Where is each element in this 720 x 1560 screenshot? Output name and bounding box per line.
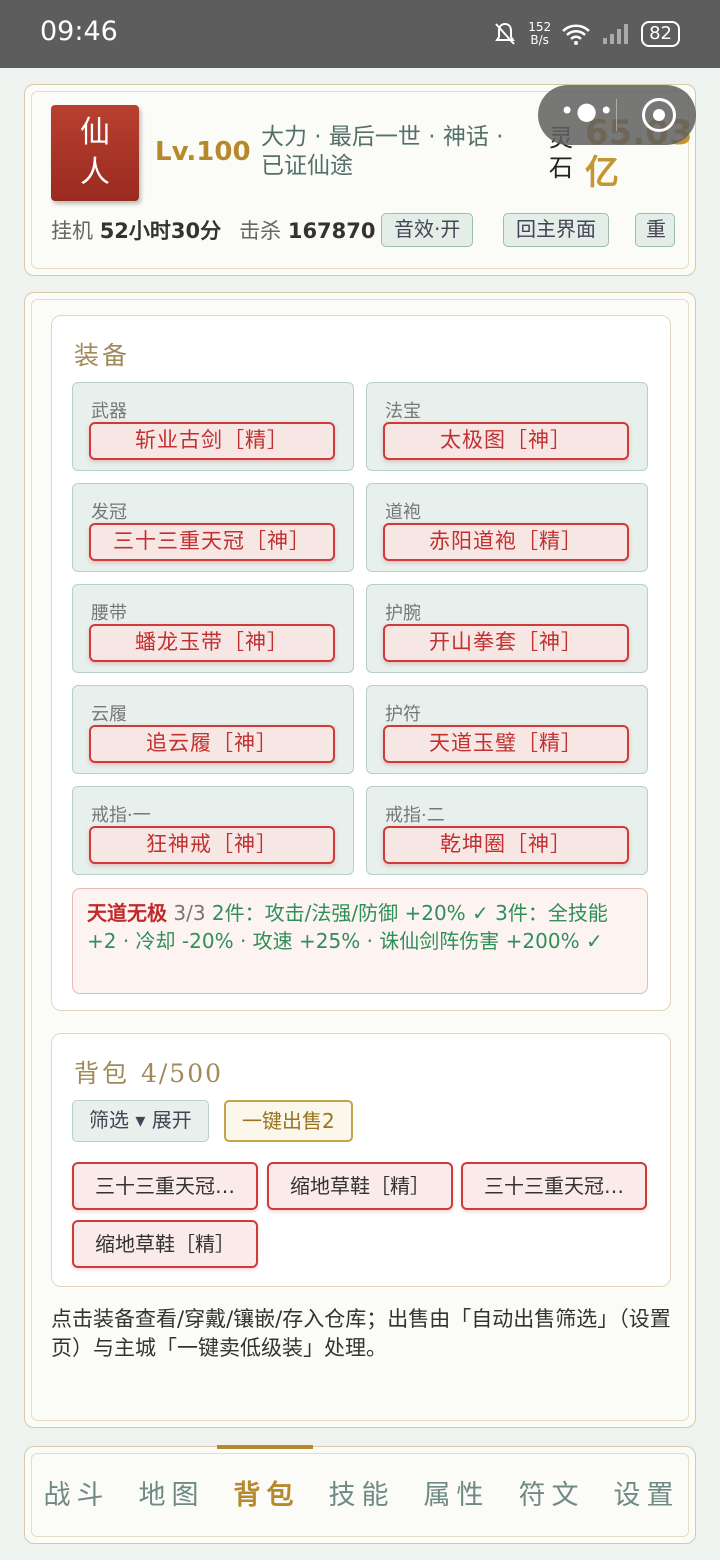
help-hint: 点击装备查看/穿戴/镶嵌/存入仓库；出售由「自动出售筛选」（设置页）与主城「一键…: [51, 1307, 671, 1360]
mute-bell-icon: [495, 22, 516, 45]
tab-runes[interactable]: 符文: [504, 1447, 599, 1545]
bag-item[interactable]: 缩地草鞋［精］: [72, 1220, 258, 1268]
equipment-card: 装备 武器 斩业古剑［精］ 法宝 太极图［神］ 发冠 三十三重天冠［神］ 道袍 …: [51, 315, 671, 1011]
slot-label: 法宝: [385, 401, 421, 422]
equip-slot-amulet[interactable]: 护符 天道玉璧［精］: [366, 685, 648, 774]
slot-label: 戒指·一: [91, 805, 151, 826]
slot-label: 护腕: [385, 603, 421, 624]
player-titles: 大力 · 最后一世 · 神话 · 已证仙途: [261, 124, 504, 179]
equipped-item[interactable]: 开山拳套［神］: [383, 624, 629, 662]
filter-expand-button[interactable]: 筛选 ▾ 展开: [72, 1100, 209, 1142]
slot-label: 道袍: [385, 502, 421, 523]
tab-map[interactable]: 地图: [124, 1447, 219, 1545]
slot-label: 云履: [91, 704, 127, 725]
set-bonus-box: 天道无极 3/3 2件：攻击/法强/防御 +20% ✓ 3件：全技能 +2 · …: [72, 888, 648, 994]
equip-slot-crown[interactable]: 发冠 三十三重天冠［神］: [72, 483, 354, 572]
sound-toggle-button[interactable]: 音效·开: [381, 213, 474, 247]
bag-title: 背包 4/500: [74, 1054, 223, 1090]
equipped-item[interactable]: 天道玉璧［精］: [383, 725, 629, 763]
slot-label: 腰带: [91, 603, 127, 624]
battery-indicator: 82: [641, 21, 680, 47]
avatar[interactable]: 仙 人: [51, 105, 139, 201]
equipment-title: 装备: [74, 341, 131, 370]
stats-row: 挂机 52小时30分 击杀 167870: [51, 213, 376, 247]
slot-label: 武器: [91, 401, 127, 422]
home-button[interactable]: 回主界面: [503, 213, 609, 247]
capsule-divider: [616, 99, 617, 131]
equipped-item[interactable]: 太极图［神］: [383, 422, 629, 460]
equipped-item[interactable]: 追云履［神］: [89, 725, 335, 763]
bag-capacity: 4/500: [140, 1059, 224, 1088]
tab-skills[interactable]: 技能: [314, 1447, 409, 1545]
quick-sell-button[interactable]: 一键出售2: [224, 1100, 353, 1142]
kills-value: 167870: [287, 219, 376, 243]
afk-label: 挂机: [51, 219, 93, 243]
miniprogram-capsule: •●•: [538, 85, 696, 145]
set-name: 天道无极: [87, 901, 167, 925]
status-icons: 152 B/s 82: [492, 14, 680, 54]
bottom-nav: 战斗 地图 背包 技能 属性 符文 设置: [24, 1445, 696, 1545]
bag-item[interactable]: 三十三重天冠…: [72, 1162, 258, 1210]
slot-label: 戒指·二: [385, 805, 445, 826]
more-icon[interactable]: •●•: [560, 97, 615, 125]
tab-battle[interactable]: 战斗: [29, 1447, 124, 1545]
signal-icon: [603, 24, 629, 44]
net-speed: 152 B/s: [528, 21, 551, 47]
slot-label: 发冠: [91, 502, 127, 523]
equip-slot-ring-2[interactable]: 戒指·二 乾坤圈［神］: [366, 786, 648, 875]
player-level: Lv.100: [155, 137, 251, 167]
slot-label: 护符: [385, 704, 421, 725]
equipped-item[interactable]: 赤阳道袍［精］: [383, 523, 629, 561]
tab-attributes[interactable]: 属性: [409, 1447, 504, 1545]
equip-slot-boots[interactable]: 云履 追云履［神］: [72, 685, 354, 774]
set-count: 3/3: [173, 901, 206, 925]
equip-slot-weapon[interactable]: 武器 斩业古剑［精］: [72, 382, 354, 471]
kills-stat: 击杀 167870: [239, 215, 375, 245]
equip-slot-ring-1[interactable]: 戒指·一 狂神戒［神］: [72, 786, 354, 875]
tab-settings[interactable]: 设置: [599, 1447, 694, 1545]
equipped-item[interactable]: 蟠龙玉带［神］: [89, 624, 335, 662]
net-speed-unit: B/s: [530, 33, 549, 47]
wifi-icon: [562, 24, 590, 45]
equipped-item[interactable]: 乾坤圈［神］: [383, 826, 629, 864]
kills-label: 击杀: [239, 219, 282, 243]
equipped-item[interactable]: 三十三重天冠［神］: [89, 523, 335, 561]
equip-slot-robe[interactable]: 道袍 赤阳道袍［精］: [366, 483, 648, 572]
avatar-char-1: 仙: [80, 115, 110, 150]
inventory-panel: 装备 武器 斩业古剑［精］ 法宝 太极图［神］ 发冠 三十三重天冠［神］ 道袍 …: [24, 292, 696, 1428]
equip-slot-belt[interactable]: 腰带 蟠龙玉带［神］: [72, 584, 354, 673]
status-time: 09:46: [40, 16, 118, 47]
afk-value: 52小时30分: [99, 219, 222, 243]
bag-item[interactable]: 三十三重天冠…: [461, 1162, 647, 1210]
status-bar: 09:46 152 B/s 82: [0, 0, 720, 68]
bag-item[interactable]: 缩地草鞋［精］: [267, 1162, 453, 1210]
equipped-item[interactable]: 狂神戒［神］: [89, 826, 335, 864]
bag-card: 背包 4/500 筛选 ▾ 展开 一键出售2 三十三重天冠… 缩地草鞋［精］ 三…: [51, 1033, 671, 1287]
afk-stat: 挂机 52小时30分: [51, 215, 221, 245]
equip-slot-treasure[interactable]: 法宝 太极图［神］: [366, 382, 648, 471]
reset-button[interactable]: 重: [635, 213, 675, 247]
bag-title-text: 背包: [74, 1059, 131, 1088]
equip-slot-bracer[interactable]: 护腕 开山拳套［神］: [366, 584, 648, 673]
tab-bag[interactable]: 背包: [219, 1447, 314, 1545]
avatar-char-2: 人: [80, 155, 110, 190]
player-header: 仙 人 Lv.100 大力 · 最后一世 · 神话 · 已证仙途 灵石 65.0…: [24, 84, 696, 276]
equipped-item[interactable]: 斩业古剑［精］: [89, 422, 335, 460]
close-miniprogram-icon[interactable]: [642, 98, 676, 132]
